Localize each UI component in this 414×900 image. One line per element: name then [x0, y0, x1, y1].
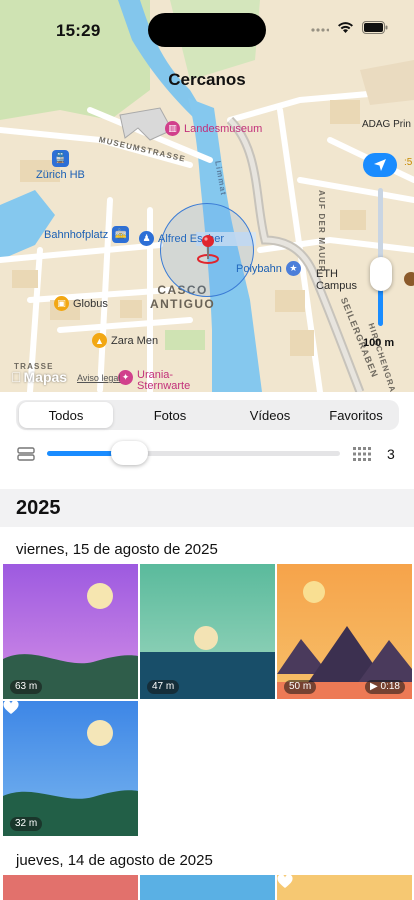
poi-label: Zara Men [111, 334, 159, 347]
photo-thumbnail[interactable]: 47 m [140, 564, 275, 699]
landmark-icon: ♟ [139, 231, 154, 246]
poi-bahnhofplatz[interactable]: Bahnhofplatz 🚋 [44, 226, 130, 243]
photo-thumbnail[interactable]: 63 m [3, 564, 138, 699]
map-title: Cercanos [168, 70, 246, 89]
train-icon: 🚆 [51, 150, 69, 167]
status-bar: 15:29 [0, 0, 414, 56]
grid-size-row: 3 [0, 440, 414, 468]
wifi-icon [337, 21, 354, 39]
star-icon: ★ [285, 261, 301, 276]
status-icons [311, 21, 388, 39]
photo-thumbnail[interactable] [277, 875, 412, 900]
list-layout-icon[interactable] [17, 447, 35, 461]
distance-badge: 50 m [284, 680, 317, 694]
poi-label: Zürich HB [36, 169, 85, 181]
signal-icon [311, 21, 330, 39]
year-section-header: 2025 [0, 489, 414, 527]
legal-link[interactable]: Aviso legal [77, 373, 120, 383]
location-pin-icon[interactable] [196, 234, 220, 266]
shirt-icon: ▲ [92, 333, 107, 348]
poi-label: Bahnhofplatz [44, 228, 109, 241]
video-thumbnail[interactable]: 50 m ▶ 0:18 [277, 564, 412, 699]
museum-icon: ▥ [165, 121, 180, 136]
poi-label: Urania- Sternwarte [137, 369, 191, 392]
date-header: viernes, 15 de agosto de 2025 [16, 541, 218, 558]
grid-size-slider-knob[interactable] [111, 441, 148, 465]
zoom-slider-fill [378, 287, 383, 326]
distance-badge: 32 m [10, 817, 43, 831]
map-view[interactable]: 15:29 Cercanos MUSEUMSTRASSE Limmat AUF … [0, 0, 414, 392]
segment-fotos[interactable]: Fotos [125, 402, 215, 428]
attribution-label: Mapas [13, 369, 68, 385]
status-time: 15:29 [56, 21, 101, 40]
poi-globus[interactable]: ▣ Globus [54, 296, 108, 311]
poi-adag: ADAG Prin [362, 119, 411, 130]
favorite-heart-icon [3, 701, 19, 714]
photo-thumbnail[interactable] [140, 875, 275, 900]
maps-attribution:  Mapas [11, 369, 67, 385]
zoom-scale-label: 100 m [363, 337, 395, 349]
current-location-button[interactable] [363, 153, 397, 177]
shopping-bag-icon: ▣ [54, 296, 69, 311]
grid-layout-icon[interactable] [353, 447, 371, 461]
apple-logo-icon:  [11, 369, 22, 385]
poi-landesmuseum[interactable]: ▥ Landesmuseum [165, 121, 262, 136]
grid-size-slider[interactable] [47, 451, 340, 456]
cafe-icon[interactable] [404, 272, 414, 286]
photo-thumbnail[interactable]: 32 m [3, 701, 138, 836]
poi-partial: :5 [404, 157, 413, 168]
zoom-slider-knob[interactable] [370, 257, 392, 291]
location-arrow-icon [374, 159, 386, 171]
segment-videos[interactable]: Vídeos [224, 402, 316, 428]
poi-urania[interactable]: ✦ Urania- Sternwarte [118, 370, 190, 392]
favorite-heart-icon [277, 875, 293, 888]
dynamic-island [148, 13, 266, 47]
street-label: AUF DER MAUER [317, 190, 326, 273]
video-duration-badge: ▶ 0:18 [365, 680, 405, 694]
poi-zara[interactable]: ▲ Zara Men [92, 333, 158, 348]
date-header: jueves, 14 de agosto de 2025 [16, 852, 213, 869]
poi-zurich-hb[interactable]: 🚆 Zürich HB [36, 150, 85, 181]
grid-column-count: 3 [387, 446, 395, 462]
photo-thumbnail[interactable] [3, 875, 138, 900]
poi-label: Globus [73, 297, 108, 310]
battery-icon [362, 21, 388, 39]
year-label: 2025 [16, 497, 61, 519]
poi-eth-campus: ETH Campus [316, 268, 357, 292]
segment-todos[interactable]: Todos [19, 402, 113, 428]
distance-badge: 47 m [147, 680, 180, 694]
video-duration: 0:18 [380, 681, 400, 692]
media-filter-segmented-control[interactable]: Todos Fotos Vídeos Favoritos [16, 400, 399, 430]
poi-label: Landesmuseum [184, 122, 263, 135]
segment-favoritos[interactable]: Favoritos [314, 402, 398, 428]
tram-icon: 🚋 [112, 226, 130, 243]
play-icon: ▶ [370, 681, 378, 692]
distance-badge: 63 m [10, 680, 43, 694]
